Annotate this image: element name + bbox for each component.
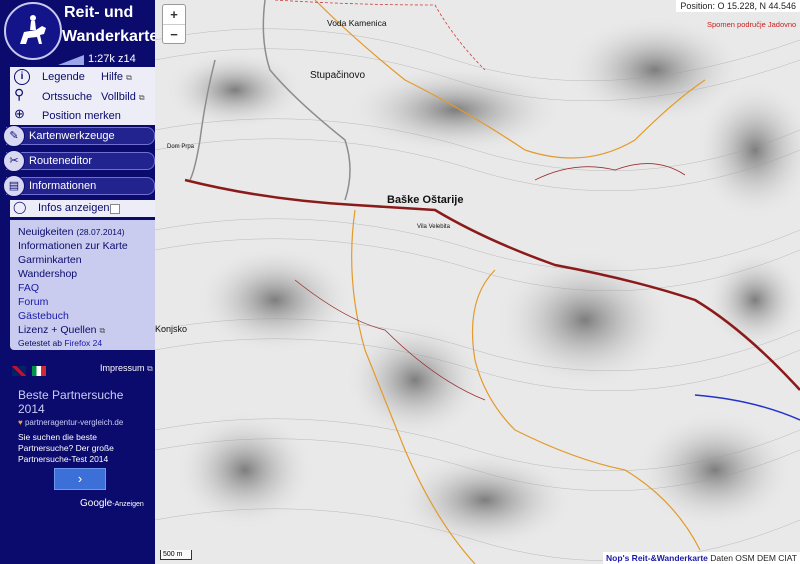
rider-logo-icon xyxy=(4,2,62,60)
google-logo: Google xyxy=(80,498,113,509)
faq-link[interactable]: FAQ xyxy=(18,282,39,294)
external-link-icon: ⧉ xyxy=(138,93,145,102)
italian-flag-icon[interactable] xyxy=(32,365,47,376)
route-tool-icon: ✂ xyxy=(3,150,25,172)
scale-text: 1:27k z14 xyxy=(88,53,136,65)
guestbook-link[interactable]: Gästebuch xyxy=(18,310,69,322)
app-title-line1: Reit- und xyxy=(64,4,134,21)
ad-title[interactable]: Beste Partnersuche 2014 xyxy=(18,388,123,416)
infos-checkbox[interactable] xyxy=(110,204,120,214)
place-stupacinovo: Stupačinovo xyxy=(310,70,366,81)
sidebar: Reit- und Wanderkarte 1:27k z14 i Legend… xyxy=(0,0,155,564)
english-flag-icon[interactable] xyxy=(12,365,26,376)
firefox-link[interactable]: Firefox 24 xyxy=(64,338,102,348)
fullscreen-label: Vollbild xyxy=(101,91,136,103)
zoom-in-button[interactable]: + xyxy=(163,5,185,25)
scale-wedge-icon xyxy=(58,55,84,65)
section-info-label: Informationen xyxy=(29,180,97,192)
infos-toggle-label: Infos anzeigen xyxy=(38,202,110,214)
attribution: Nop's Reit-&Wanderkarte Daten OSM DEM CI… xyxy=(603,552,800,564)
place-konjsko: Konjsko xyxy=(155,324,188,334)
garmin-link[interactable]: Garminkarten xyxy=(18,254,82,266)
info-panel: Neuigkeiten (28.07.2014) Informationen z… xyxy=(10,220,155,350)
about-link[interactable]: Informationen zur Karte xyxy=(18,240,128,252)
external-link-icon: ⧉ xyxy=(99,326,106,335)
search-link[interactable]: Ortssuche xyxy=(42,91,92,103)
forum-link[interactable]: Forum xyxy=(18,296,48,308)
license-link[interactable]: Lizenz + Quellen ⧉ xyxy=(18,324,105,336)
zoom-out-button[interactable]: − xyxy=(163,25,185,44)
zoom-control: + − xyxy=(162,4,186,44)
compass-tool-icon: ✎ xyxy=(3,125,25,147)
news-date: (28.07.2014) xyxy=(76,227,125,237)
place-dom-prpa: Dom Prpa xyxy=(167,144,195,150)
impressum-label: Impressum xyxy=(100,363,145,373)
legend-link[interactable]: Legende xyxy=(42,71,85,83)
infos-toggle-row[interactable]: ◯ Infos anzeigen xyxy=(10,200,155,217)
position-readout: Position: O 15.228, N 44.546 xyxy=(676,0,800,12)
terrain-layer xyxy=(155,0,800,564)
google-ads-label[interactable]: Google-Anzeigen xyxy=(80,498,144,509)
external-link-icon: ⧉ xyxy=(147,364,153,373)
fullscreen-link[interactable]: Vollbild ⧉ xyxy=(101,91,145,103)
ad-text: Sie suchen die beste Partnersuche? Der g… xyxy=(18,432,114,464)
scale-indicator: 1:27k z14 xyxy=(58,53,155,67)
speech-bubble-icon: ◯ xyxy=(13,200,27,214)
language-flags xyxy=(12,362,48,380)
ad-url-text: partneragentur-vergleich.de xyxy=(24,418,124,427)
news-link[interactable]: Neuigkeiten (28.07.2014) xyxy=(18,226,125,238)
crosshair-icon: ⊕ xyxy=(14,106,25,121)
ad-title-line2: 2014 xyxy=(18,402,45,416)
news-label: Neuigkeiten xyxy=(18,226,74,238)
tested-note: Getestet ab Firefox 24 xyxy=(18,338,102,348)
section-info[interactable]: ▤ Informationen xyxy=(3,175,155,197)
ad-title-line1: Beste Partnersuche xyxy=(18,388,124,402)
place-vila-velebita: Vila Velebita xyxy=(417,224,450,230)
section-route-editor-label: Routeneditor xyxy=(29,155,92,167)
attribution-sources[interactable]: Daten OSM DEM CIAT xyxy=(708,553,797,563)
external-link-icon: ⧉ xyxy=(126,73,132,82)
place-spomen-jadovno: Spomen područje Jadovno xyxy=(707,20,797,29)
place-voda-kamenica: Voda Kamenica xyxy=(327,18,387,28)
attribution-name[interactable]: Nop's Reit-&Wanderkarte xyxy=(606,553,708,563)
info-icon: i xyxy=(14,69,30,85)
shop-link[interactable]: Wandershop xyxy=(18,268,77,280)
magnifier-icon: ⚲ xyxy=(14,86,25,102)
ad-next-button[interactable]: › xyxy=(54,468,106,490)
license-label: Lizenz + Quellen xyxy=(18,324,97,336)
section-map-tools[interactable]: ✎ Kartenwerkzeuge xyxy=(3,125,155,147)
place-baske-ostarije: Baške Oštarije xyxy=(387,194,464,206)
remember-position-link[interactable]: Position merken xyxy=(42,110,121,122)
keyboard-icon: ▤ xyxy=(3,175,25,197)
help-link[interactable]: Hilfe ⧉ xyxy=(101,71,132,83)
map-scale-bar: 500 m xyxy=(160,550,192,560)
impressum-link[interactable]: Impressum ⧉ xyxy=(100,363,153,374)
help-label: Hilfe xyxy=(101,71,124,83)
section-map-tools-label: Kartenwerkzeuge xyxy=(29,130,115,142)
ad-favicon-icon: ♥ xyxy=(18,418,23,427)
app-title-line2: Wanderkarte xyxy=(62,28,155,45)
logo[interactable]: Reit- und Wanderkarte xyxy=(0,0,155,60)
map-canvas[interactable]: + − Position: O 15.228, N 44.546 Voda Ka… xyxy=(155,0,800,564)
google-ads-suffix: -Anzeigen xyxy=(112,501,144,508)
tested-prefix: Getestet ab xyxy=(18,338,62,348)
ad-url[interactable]: ♥ partneragentur-vergleich.de xyxy=(18,418,123,427)
section-route-editor[interactable]: ✂ Routeneditor xyxy=(3,150,155,172)
